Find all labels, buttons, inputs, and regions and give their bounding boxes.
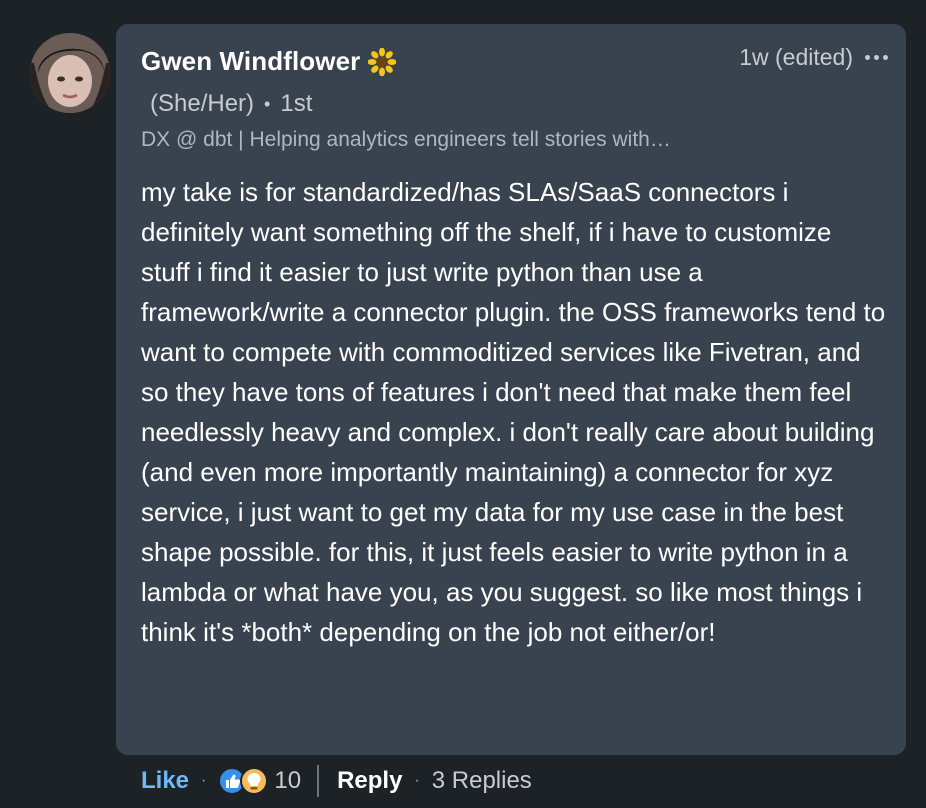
reactions[interactable]: 10: [218, 767, 301, 795]
timestamp: 1w (edited): [739, 44, 853, 70]
connection-degree: 1st: [280, 90, 313, 117]
comment-bubble: Gwen Windflower 1w (edited) (She/Her) • …: [116, 24, 906, 755]
divider: [317, 765, 320, 797]
reaction-count: 10: [274, 767, 302, 794]
replies-link[interactable]: 3 Replies: [432, 767, 532, 795]
insightful-icon: [240, 767, 269, 795]
pronouns: (She/Her): [150, 90, 255, 117]
author-row: Gwen Windflower: [141, 46, 397, 77]
sunflower-icon: [368, 47, 397, 76]
comment-meta: 1w (edited): [739, 44, 888, 71]
comment-thread: Gwen Windflower 1w (edited) (She/Her) • …: [0, 0, 926, 808]
pronoun-row: (She/Her) • 1st: [150, 90, 312, 118]
comment-body: my take is for standardized/has SLAs/Saa…: [141, 177, 886, 647]
separator-dot: ·: [414, 772, 420, 789]
comment-actions: Like · 10 Reply · 3 Replies: [141, 762, 532, 800]
more-options-icon[interactable]: [865, 55, 888, 60]
separator-dot: •: [264, 93, 271, 114]
avatar[interactable]: [30, 33, 110, 113]
reply-button[interactable]: Reply: [337, 767, 402, 795]
author-name[interactable]: Gwen Windflower: [141, 46, 360, 77]
like-button[interactable]: Like: [141, 767, 189, 795]
separator-dot: ·: [201, 772, 207, 789]
author-headline: DX @ dbt | Helping analytics engineers t…: [141, 128, 671, 151]
